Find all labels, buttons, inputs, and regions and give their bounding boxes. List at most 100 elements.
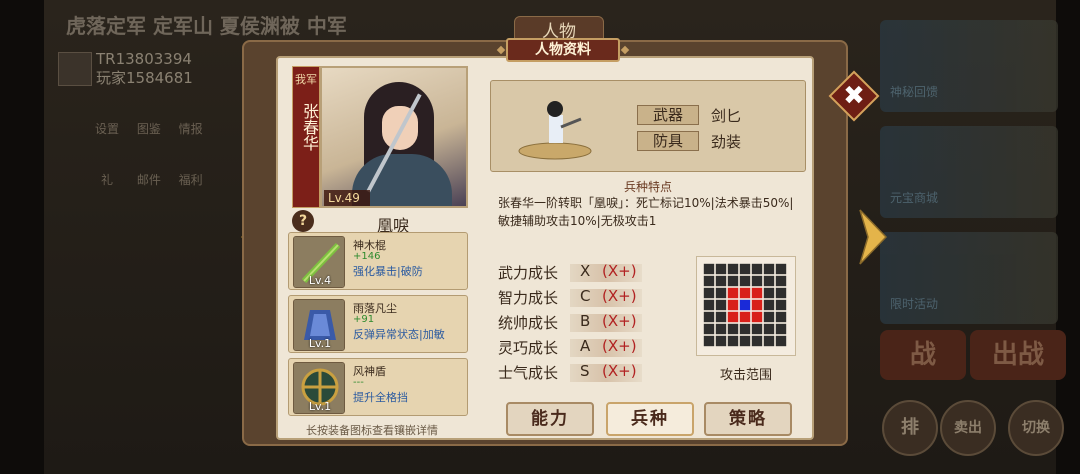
range-cell [751, 275, 763, 287]
range-cell [727, 335, 739, 347]
growth-grade: C [580, 287, 591, 305]
gift-icon[interactable]: 礼 [88, 171, 126, 188]
player-avatar[interactable] [58, 52, 92, 86]
staff-icon[interactable]: Lv.4 [293, 236, 345, 288]
range-cell [727, 287, 739, 299]
growth-label: 智力成长 [498, 289, 559, 307]
intel-icon[interactable]: 情报 [172, 120, 210, 137]
next-arrow-icon[interactable] [858, 208, 888, 266]
range-cell [763, 299, 775, 311]
range-cell [703, 287, 715, 299]
range-cell [739, 335, 751, 347]
welfare-icon[interactable]: 福利 [172, 171, 210, 188]
range-cell [763, 311, 775, 323]
growth-row: 灵巧成长 A (X+) [498, 337, 648, 359]
range-cell [763, 263, 775, 275]
range-cell [775, 335, 787, 347]
growth-row: 士气成长 S (X+) [498, 362, 648, 384]
panel-header: 人物资料 [506, 38, 620, 62]
unit-sprite-icon [518, 101, 592, 160]
robe-icon[interactable]: Lv.1 [293, 299, 345, 351]
weapon-value: 剑匕 [711, 107, 742, 125]
bg-bottom-buttons: 战 出战 [880, 330, 1070, 390]
growth-bonus: (X+) [602, 287, 637, 305]
range-cell [727, 263, 739, 275]
shield-icon[interactable]: Lv.1 [293, 362, 345, 414]
attack-range-grid [696, 256, 796, 356]
codex-icon[interactable]: 图鉴 [130, 120, 168, 137]
right-edge [1056, 0, 1080, 474]
faction-tag: 我军 [295, 73, 317, 86]
range-cell [703, 335, 715, 347]
growth-grade: B [580, 312, 591, 330]
range-cell [715, 323, 727, 335]
sell-button[interactable]: 卖出 [940, 400, 996, 456]
range-cell [751, 335, 763, 347]
growth-row: 武力成长 X (X+) [498, 262, 648, 284]
bg-card[interactable]: 神秘回馈 [880, 20, 1058, 112]
range-cell [739, 287, 751, 299]
range-cell [739, 323, 751, 335]
range-cell [763, 323, 775, 335]
player-info: TR13803394 玩家1584681 [96, 50, 193, 88]
range-cell [739, 275, 751, 287]
range-cell [775, 311, 787, 323]
range-cell [703, 323, 715, 335]
range-cell [703, 299, 715, 311]
traits-title: 兵种特点 [623, 180, 672, 194]
growth-grade: S [580, 362, 590, 380]
weapon-label: 武器 [637, 105, 699, 125]
switch-button[interactable]: 切换 [1008, 400, 1064, 456]
tab-strategy[interactable]: 策略 [704, 402, 792, 436]
armor-label: 防具 [637, 131, 699, 151]
equip-level: Lv.1 [308, 400, 332, 413]
deploy-button[interactable]: 出战 [970, 330, 1066, 380]
equipment-slot-weapon[interactable]: Lv.4 神木棍 +146 强化暴击|破防 [288, 232, 468, 290]
bg-right-cards: 神秘回馈 元宝商城 限时活动 [880, 20, 1058, 338]
tab-unit[interactable]: 兵种 [606, 402, 694, 436]
range-cell [763, 275, 775, 287]
battle-button[interactable]: 战 [880, 330, 966, 380]
range-cell [775, 275, 787, 287]
range-cell [703, 263, 715, 275]
range-cell [775, 287, 787, 299]
range-cell [775, 299, 787, 311]
tab-ability[interactable]: 能力 [506, 402, 594, 436]
growth-bonus: (X+) [602, 312, 637, 330]
range-cell [751, 323, 763, 335]
bg-card[interactable]: 元宝商城 [880, 126, 1058, 218]
equip-hint: 长按装备图标查看镶嵌详情 [306, 424, 438, 437]
growth-bonus: (X+) [602, 262, 637, 280]
player-id-1: TR13803394 [96, 50, 192, 68]
range-cell [739, 299, 751, 311]
player-id-2: 玩家1584681 [96, 69, 193, 87]
help-icon[interactable]: ? [292, 210, 314, 232]
range-cell [751, 299, 763, 311]
arrange-button[interactable]: 排 [882, 400, 938, 456]
mail-icon[interactable]: 邮件 [130, 171, 168, 188]
range-cell [703, 275, 715, 287]
growth-bonus: (X+) [602, 362, 637, 380]
range-cell [703, 311, 715, 323]
growth-row: 统帅成长 B (X+) [498, 312, 648, 334]
equipment-slot-accessory[interactable]: Lv.1 风神盾 --- 提升全格挡 [288, 358, 468, 416]
settings-icon[interactable]: 设置 [88, 120, 126, 137]
equip-effect: 强化暴击|破防 [353, 265, 423, 278]
range-cell [763, 335, 775, 347]
growth-grade: A [580, 337, 591, 355]
character-portrait [320, 66, 468, 208]
range-cell [739, 311, 751, 323]
name-banner: 我军 张春华 [292, 66, 320, 208]
growth-label: 灵巧成长 [498, 339, 559, 357]
bg-card[interactable]: 限时活动 [880, 232, 1058, 324]
growth-label: 士气成长 [498, 364, 559, 382]
growth-grade: X [580, 262, 591, 280]
traits-text: 张春华一阶转职「凰唳」：死亡标记10%|法术暴击50%|敏捷辅助攻击10%|无极… [498, 196, 794, 228]
equip-effect: 提升全格挡 [353, 391, 408, 404]
range-grid-icon [703, 263, 787, 347]
equip-level: Lv.1 [308, 337, 332, 350]
attack-range-label: 攻击范围 [719, 368, 772, 383]
equipment-slot-armor[interactable]: Lv.1 雨落凡尘 +91 反弹异常状态|加敏 [288, 295, 468, 353]
range-cell [715, 311, 727, 323]
growth-label: 武力成长 [498, 264, 559, 282]
